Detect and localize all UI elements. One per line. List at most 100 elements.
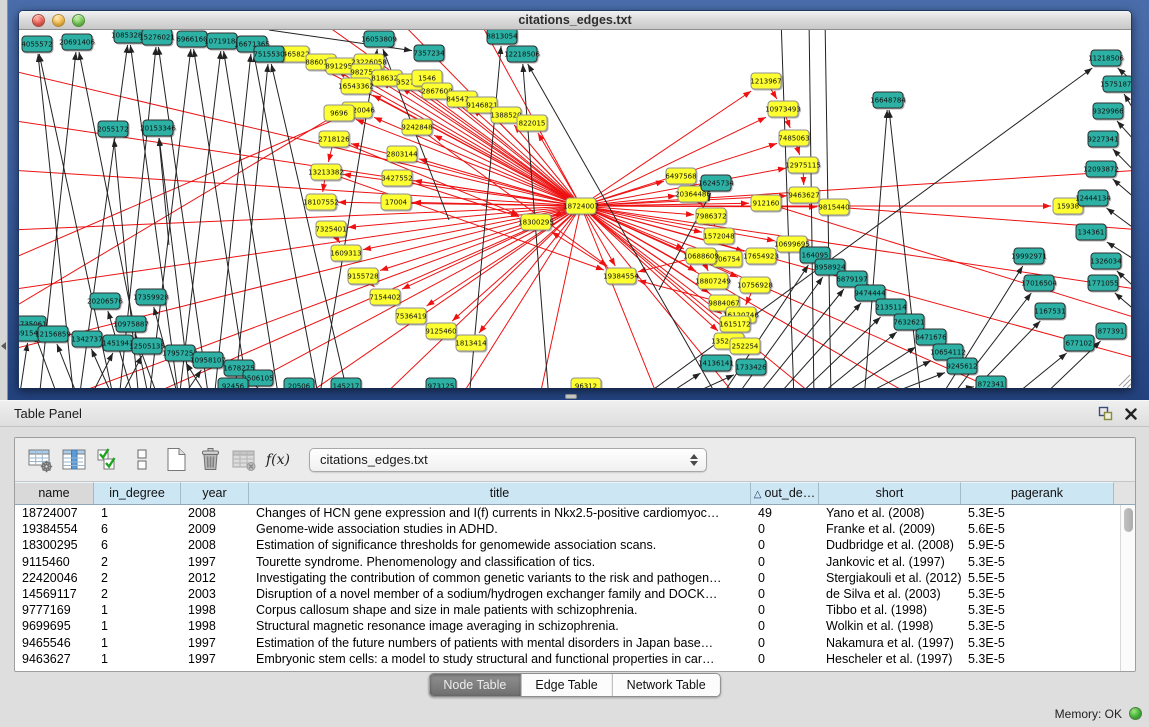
panel-collapse-handle[interactable]: [1, 342, 6, 350]
table-row[interactable]: 1456911722003Disruption of a novel membe…: [15, 586, 1120, 602]
close-panel-button[interactable]: [1125, 408, 1137, 420]
graph-node[interactable]: 20206576: [87, 293, 123, 309]
graph-node[interactable]: 6497568: [665, 168, 696, 184]
graph-node[interactable]: 10756928: [737, 277, 773, 293]
graph-node[interactable]: 1771055: [1087, 275, 1118, 291]
function-builder-button[interactable]: f(x): [261, 444, 295, 476]
table-row[interactable]: 946554611997Estimation of the future num…: [15, 635, 1120, 651]
delete-table-button[interactable]: [227, 444, 261, 476]
column-header-short[interactable]: short: [819, 482, 961, 504]
graph-node[interactable]: 20506: [284, 378, 314, 388]
graph-node[interactable]: 9227341: [1087, 131, 1118, 147]
table-row[interactable]: 1872400712008Changes of HCN gene express…: [15, 505, 1120, 521]
graph-node[interactable]: 16053809: [361, 31, 397, 47]
graph-node[interactable]: 17004: [381, 194, 411, 210]
graph-node[interactable]: 1167531: [1034, 303, 1065, 319]
graph-node[interactable]: 1813414: [455, 335, 487, 351]
graph-node[interactable]: 872341: [976, 376, 1006, 388]
tab-network-table[interactable]: Network Table: [613, 674, 720, 696]
graph-node[interactable]: 9815440: [818, 199, 849, 215]
column-header-name[interactable]: name: [15, 482, 94, 504]
column-header-out_degree[interactable]: △out_de…: [751, 482, 819, 504]
table-row[interactable]: 1830029562008Estimation of significance …: [15, 537, 1120, 553]
graph-node[interactable]: 2135114: [875, 299, 907, 315]
graph-node[interactable]: 2055172: [97, 121, 128, 137]
graph-node[interactable]: 16245734: [698, 175, 734, 191]
graph-node[interactable]: 10958107: [190, 352, 226, 368]
graph-node[interactable]: 7357234: [413, 45, 445, 61]
panel-splitter[interactable]: [563, 394, 579, 400]
graph-node[interactable]: 9125460: [425, 323, 456, 339]
graph-node[interactable]: 12156859: [35, 326, 71, 342]
graph-node[interactable]: 7536419: [395, 308, 426, 324]
table-row[interactable]: 2242004622012Investigating the contribut…: [15, 570, 1120, 586]
graph-node[interactable]: 13213382: [308, 164, 344, 180]
graph-node[interactable]: 12444134: [1075, 190, 1111, 206]
table-selector[interactable]: citations_edges.txt: [309, 448, 707, 472]
table-row[interactable]: 977716911998Corpus callosum shape and si…: [15, 602, 1120, 618]
graph-node[interactable]: 7515530: [253, 46, 284, 62]
create-column-button[interactable]: [159, 444, 193, 476]
graph-node[interactable]: 1733426: [735, 359, 767, 375]
table-mode-button[interactable]: [23, 444, 57, 476]
graph-node[interactable]: 912160: [751, 195, 781, 211]
graph-node[interactable]: 7325401: [315, 221, 346, 237]
graph-node[interactable]: 12505135: [129, 338, 165, 354]
graph-node[interactable]: 877391: [1096, 323, 1126, 339]
graph-node[interactable]: 92456: [218, 378, 248, 388]
column-header-in_degree[interactable]: in_degree: [94, 482, 181, 504]
graph-node[interactable]: 1615172: [719, 316, 750, 332]
graph-node[interactable]: 19992971: [1011, 248, 1047, 264]
graph-node[interactable]: 17359928: [133, 289, 169, 305]
graph-node[interactable]: 7632621: [893, 314, 924, 330]
graph-node[interactable]: 18300295: [518, 214, 554, 230]
graph-node[interactable]: 1326034: [1090, 253, 1122, 269]
column-header-pagerank[interactable]: pagerank: [961, 482, 1114, 504]
minimize-window-button[interactable]: [52, 14, 65, 27]
graph-node[interactable]: 1342737: [71, 331, 102, 347]
table-row[interactable]: 969969511998Structural magnetic resonanc…: [15, 618, 1120, 634]
graph-node[interactable]: 96312: [571, 378, 601, 388]
graph-node[interactable]: 3427552: [381, 170, 412, 186]
graph-node[interactable]: 16543362: [338, 78, 374, 94]
graph-node[interactable]: 17016504: [1021, 275, 1057, 291]
graph-node[interactable]: 252254: [730, 338, 760, 354]
graph-node[interactable]: 7154402: [369, 289, 400, 305]
column-header-title[interactable]: title: [249, 482, 751, 504]
close-window-button[interactable]: [32, 14, 45, 27]
graph-node[interactable]: 822015: [517, 115, 547, 131]
graph-node[interactable]: 12975115: [785, 157, 821, 173]
network-canvas[interactable]: 1872400718300295193845547465822886012889…: [19, 30, 1131, 388]
graph-node[interactable]: 9242848: [401, 119, 432, 135]
graph-node[interactable]: 14136141: [698, 355, 734, 371]
table-row[interactable]: 946362711997Embryonic stem cells: a mode…: [15, 651, 1120, 667]
graph-node[interactable]: 7485063: [778, 130, 809, 146]
graph-node[interactable]: 9155728: [347, 268, 378, 284]
graph-node[interactable]: 18107552: [303, 194, 339, 210]
zoom-window-button[interactable]: [72, 14, 85, 27]
graph-node[interactable]: 18807249: [695, 273, 731, 289]
tab-node-table[interactable]: Node Table: [429, 674, 521, 696]
graph-node[interactable]: 17654923: [743, 248, 779, 264]
show-columns-button[interactable]: [57, 444, 91, 476]
graph-node[interactable]: 15751874: [1100, 76, 1131, 92]
table-row[interactable]: 911546021997Tourette syndrome. Phenomeno…: [15, 554, 1120, 570]
select-all-columns-button[interactable]: [91, 444, 125, 476]
graph-node[interactable]: 145217: [331, 378, 361, 388]
graph-node[interactable]: 973125: [426, 378, 456, 388]
graph-node[interactable]: 134361: [1076, 224, 1106, 240]
graph-node[interactable]: 4055572: [21, 36, 52, 52]
graph-node[interactable]: 9329966: [1092, 103, 1124, 119]
network-window-titlebar[interactable]: citations_edges.txt: [19, 11, 1131, 30]
graph-node[interactable]: 8471676: [915, 329, 947, 345]
graph-node[interactable]: 2718126: [318, 131, 350, 147]
graph-node[interactable]: 15276021: [139, 30, 175, 45]
graph-node[interactable]: 10688609: [683, 248, 719, 264]
table-scrollbar[interactable]: [1120, 505, 1135, 671]
graph-node[interactable]: 1572048: [703, 228, 734, 244]
graph-node[interactable]: 9245612: [946, 358, 977, 374]
tab-edge-table[interactable]: Edge Table: [521, 674, 612, 696]
canvas-resize-grip[interactable]: [1119, 375, 1131, 388]
graph-node[interactable]: 1213967: [750, 73, 781, 89]
graph-node[interactable]: 2803144: [386, 146, 418, 162]
